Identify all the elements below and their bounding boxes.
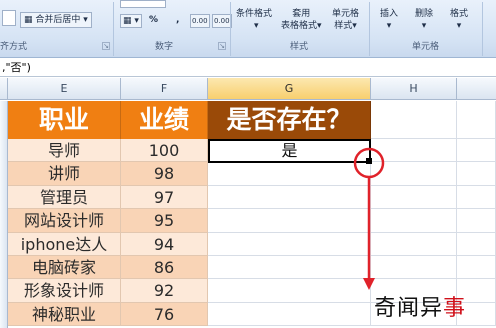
highlight-circle	[353, 147, 385, 179]
excel-window: { "ribbon": { "merge_center": "合并后居中", "…	[0, 0, 496, 328]
annotation-layer	[353, 147, 385, 290]
drag-arrow-head	[363, 278, 375, 290]
watermark: 奇闻异事	[374, 296, 467, 321]
